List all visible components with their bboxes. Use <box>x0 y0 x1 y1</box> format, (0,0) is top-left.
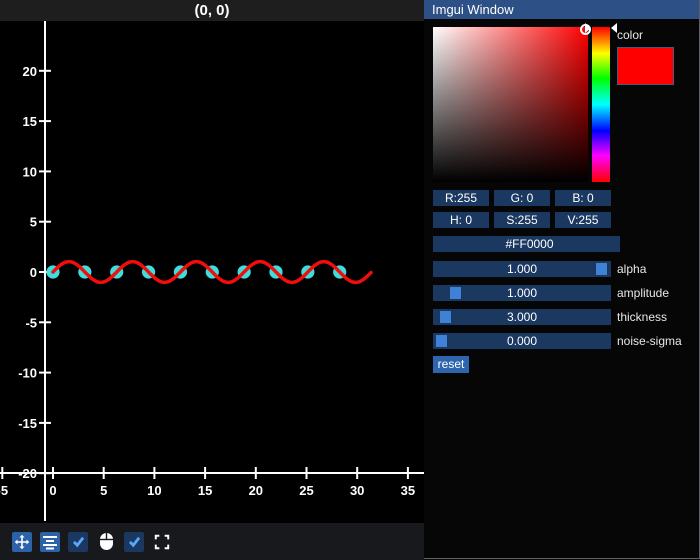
slider-alpha: 1.000 alpha <box>433 261 646 277</box>
x-tick-label: 15 <box>198 483 212 498</box>
rgb-value-field[interactable]: B: 0 <box>555 190 611 206</box>
rgb-value-field[interactable]: R:255 <box>433 190 489 206</box>
hex-input[interactable]: #FF0000 <box>433 236 620 252</box>
plot-toolbar <box>0 523 424 560</box>
x-tick-label: 30 <box>350 483 364 498</box>
y-tick-label: -10 <box>18 366 37 381</box>
saturation-value-picker[interactable] <box>433 27 588 182</box>
alpha-slider-track[interactable]: 1.000 <box>433 261 611 277</box>
mouse-icon <box>99 532 114 551</box>
x-tick-label: 5 <box>100 483 107 498</box>
reset-button[interactable]: reset <box>433 356 469 373</box>
imgui-window-title-bar[interactable]: Imgui Window <box>424 0 699 19</box>
thickness-slider-track[interactable]: 3.000 <box>433 309 611 325</box>
align-button[interactable] <box>40 532 60 552</box>
amplitude-slider-label: amplitude <box>617 286 669 300</box>
align-center-icon <box>42 534 58 550</box>
move-icon <box>14 534 30 550</box>
y-tick-label: 20 <box>23 64 37 79</box>
rgb-value-field[interactable]: G: 0 <box>494 190 550 206</box>
hsv-value-field[interactable]: H: 0 <box>433 212 489 228</box>
hsv-value-field[interactable]: V:255 <box>555 212 611 228</box>
x-tick-label: 25 <box>299 483 313 498</box>
rgb-fields-row: R:255 G: 0 B: 0 <box>433 190 620 206</box>
plot-title: (0, 0) <box>0 0 424 21</box>
noise-sigma-slider-label: noise-sigma <box>617 334 682 348</box>
y-tick-label: -20 <box>18 466 37 481</box>
thickness-slider-label: thickness <box>617 310 667 324</box>
y-tick-label: 0 <box>30 265 37 280</box>
checkbox-1[interactable] <box>68 532 88 552</box>
alpha-slider-value: 1.000 <box>433 261 611 277</box>
thickness-slider-value: 3.000 <box>433 309 611 325</box>
y-tick-label: 5 <box>30 215 37 230</box>
x-tick-label: 20 <box>249 483 263 498</box>
color-swatch[interactable] <box>617 47 674 85</box>
y-tick-label: -15 <box>18 416 37 431</box>
x-tick-label: -5 <box>0 483 8 498</box>
y-tick-label: 15 <box>23 114 37 129</box>
hue-marker-left-icon <box>585 23 591 33</box>
alpha-slider-label: alpha <box>617 262 646 276</box>
fullscreen-indicator <box>152 532 172 552</box>
slider-amplitude: 1.000 amplitude <box>433 285 669 301</box>
corners-icon <box>154 534 170 550</box>
amplitude-slider-track[interactable]: 1.000 <box>433 285 611 301</box>
y-tick-label: -5 <box>25 315 37 330</box>
color-label: color <box>617 28 643 42</box>
x-tick-label: 0 <box>49 483 56 498</box>
hue-slider[interactable] <box>592 27 610 182</box>
noise-sigma-slider-track[interactable]: 0.000 <box>433 333 611 349</box>
noise-sigma-slider-value: 0.000 <box>433 333 611 349</box>
hsv-fields-row: H: 0 S:255 V:255 <box>433 212 620 228</box>
x-tick-label: 35 <box>401 483 415 498</box>
pan-button[interactable] <box>12 532 32 552</box>
check-icon <box>127 534 142 549</box>
y-tick-label: 10 <box>23 164 37 179</box>
x-tick-label: 10 <box>147 483 161 498</box>
mouse-indicator <box>96 532 116 552</box>
imgui-window: Imgui Window color R:255 G: 0 B: 0 H: 0 S:2… <box>424 0 700 559</box>
slider-thickness: 3.000 thickness <box>433 309 667 325</box>
check-icon <box>71 534 86 549</box>
app-root: (0, 0) -5 0 5 10 15 20 25 30 35 -20 -15 -10 -5 0 5 10 15… <box>0 0 700 560</box>
sine-curve <box>53 262 371 283</box>
hsv-value-field[interactable]: S:255 <box>494 212 550 228</box>
amplitude-slider-value: 1.000 <box>433 285 611 301</box>
plot-panel: (0, 0) -5 0 5 10 15 20 25 30 35 -20 -15 -10 -5 0 5 10 15… <box>0 0 424 560</box>
plot-canvas[interactable]: -5 0 5 10 15 20 25 30 35 -20 -15 -10 -5 0 5 10 15 20 <box>0 21 424 523</box>
slider-noise-sigma: 0.000 noise-sigma <box>433 333 682 349</box>
checkbox-2[interactable] <box>124 532 144 552</box>
